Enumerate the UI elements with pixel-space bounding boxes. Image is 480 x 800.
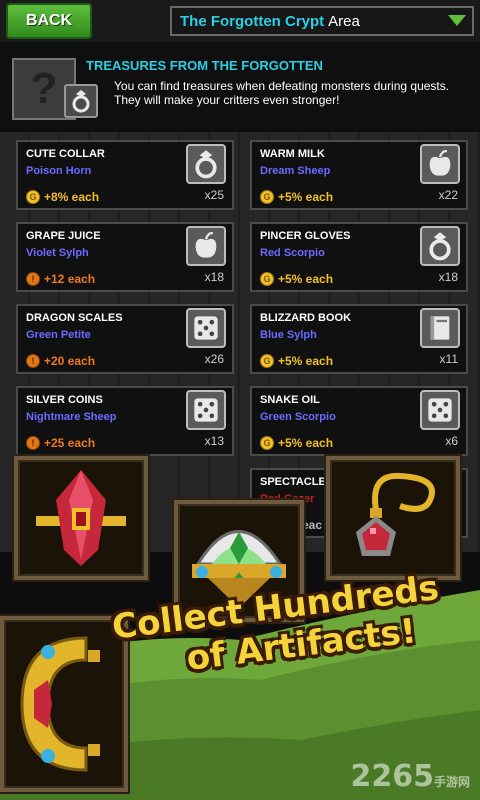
dice-icon	[420, 390, 460, 430]
item-bonus-text: +5% each	[278, 190, 334, 204]
item-count: x13	[204, 434, 224, 448]
item-card[interactable]: CUTE COLLAR Poison Horn G +8% each x25	[16, 140, 234, 210]
item-source: Violet Sylph	[26, 247, 89, 259]
item-bonus: G +5% each	[260, 272, 333, 286]
area-suffix: Area	[328, 12, 360, 30]
dice-icon	[186, 390, 226, 430]
ring-icon	[64, 84, 98, 118]
power-coin-icon: !	[26, 436, 40, 450]
amulet-icon	[356, 472, 435, 556]
power-coin-icon: !	[26, 272, 40, 286]
crescent-icon	[20, 636, 100, 772]
item-source: Green Scorpio	[260, 411, 336, 423]
item-bonus-text: +5% each	[278, 354, 334, 368]
dice-icon	[186, 308, 226, 348]
item-card[interactable]: SILVER COINS Nightmare Sheep! +25 each x13	[16, 386, 234, 456]
item-count: x25	[204, 188, 224, 202]
item-name: WARM MILK	[260, 148, 325, 160]
item-source: Nightmare Sheep	[26, 411, 117, 423]
item-card[interactable]: BLIZZARD BOOK Blue Sylph G +5% each x11	[250, 304, 468, 374]
treasure-title: TREASURES FROM THE FORGOTTEN	[86, 58, 323, 73]
apple-icon	[420, 144, 460, 184]
item-count: x26	[204, 352, 224, 366]
artifact-ruby-amulet	[326, 456, 460, 580]
gold-coin-icon: G	[260, 272, 274, 286]
item-name: DRAGON SCALES	[26, 312, 123, 324]
ring-icon	[420, 226, 460, 266]
area-name: The Forgotten Crypt	[180, 12, 325, 30]
item-bonus: ! +20 each	[26, 354, 95, 368]
item-bonus: ! +12 each	[26, 272, 95, 286]
gold-coin-icon: G	[26, 190, 40, 204]
apple-icon	[186, 226, 226, 266]
item-bonus: G +5% each	[260, 436, 333, 450]
red-crystal-icon	[36, 470, 126, 566]
item-bonus-text: +5% each	[278, 272, 334, 286]
book-icon	[420, 308, 460, 348]
artifact-gold-crescent	[0, 616, 128, 792]
item-bonus-text: +25 each	[44, 436, 96, 450]
item-bonus: G +8% each	[26, 190, 99, 204]
item-name: CUTE COLLAR	[26, 148, 105, 160]
item-card[interactable]: GRAPE JUICE Violet Sylph! +12 each x18	[16, 222, 234, 292]
item-card[interactable]: DRAGON SCALES Green Petite! +20 each x26	[16, 304, 234, 374]
item-name: GRAPE JUICE	[26, 230, 101, 242]
item-source: Blue Sylph	[260, 329, 317, 341]
item-name: BLIZZARD BOOK	[260, 312, 352, 324]
power-coin-icon: !	[26, 354, 40, 368]
item-source: Poison Horn	[26, 165, 92, 177]
gold-coin-icon: G	[260, 436, 274, 450]
item-card[interactable]: WARM MILK Dream Sheep G +5% each x22	[250, 140, 468, 210]
item-bonus: G +5% each	[260, 354, 333, 368]
item-count: x18	[438, 270, 458, 284]
item-name: PINCER GLOVES	[260, 230, 351, 242]
treasure-description: You can find treasures when defeating mo…	[114, 79, 450, 107]
item-source: Red Scorpio	[260, 247, 325, 259]
item-name: SPECTACLES	[260, 476, 334, 488]
item-card[interactable]: PINCER GLOVES Red Scorpio G +5% each x18	[250, 222, 468, 292]
item-bonus-text: +8% each	[44, 190, 100, 204]
item-name: SILVER COINS	[26, 394, 103, 406]
item-count: x18	[204, 270, 224, 284]
item-bonus: eac	[302, 518, 323, 532]
item-name: SNAKE OIL	[260, 394, 320, 406]
item-card[interactable]: SNAKE OIL Green Scorpio G +5% each x6	[250, 386, 468, 456]
gold-coin-icon: G	[260, 190, 274, 204]
item-bonus: G +5% each	[260, 190, 333, 204]
back-button[interactable]: BACK	[6, 3, 92, 39]
top-bar: BACK The Forgotten Crypt Area	[0, 0, 480, 42]
item-count: x22	[438, 188, 458, 202]
item-bonus-text: +5% each	[278, 436, 334, 450]
item-source: Dream Sheep	[260, 165, 331, 177]
artifact-red-crystal	[14, 456, 148, 580]
item-count: x11	[439, 352, 458, 366]
watermark: 2265手游网	[350, 759, 470, 794]
item-count: x6	[445, 434, 458, 448]
gold-coin-icon: G	[260, 354, 274, 368]
ring-icon	[186, 144, 226, 184]
item-bonus: ! +25 each	[26, 436, 95, 450]
item-bonus-text: +20 each	[44, 354, 96, 368]
chevron-down-icon[interactable]	[448, 15, 466, 26]
item-source: Green Petite	[26, 329, 91, 341]
item-bonus-text: +12 each	[44, 272, 96, 286]
area-dropdown[interactable]: The Forgotten Crypt Area	[170, 6, 474, 36]
